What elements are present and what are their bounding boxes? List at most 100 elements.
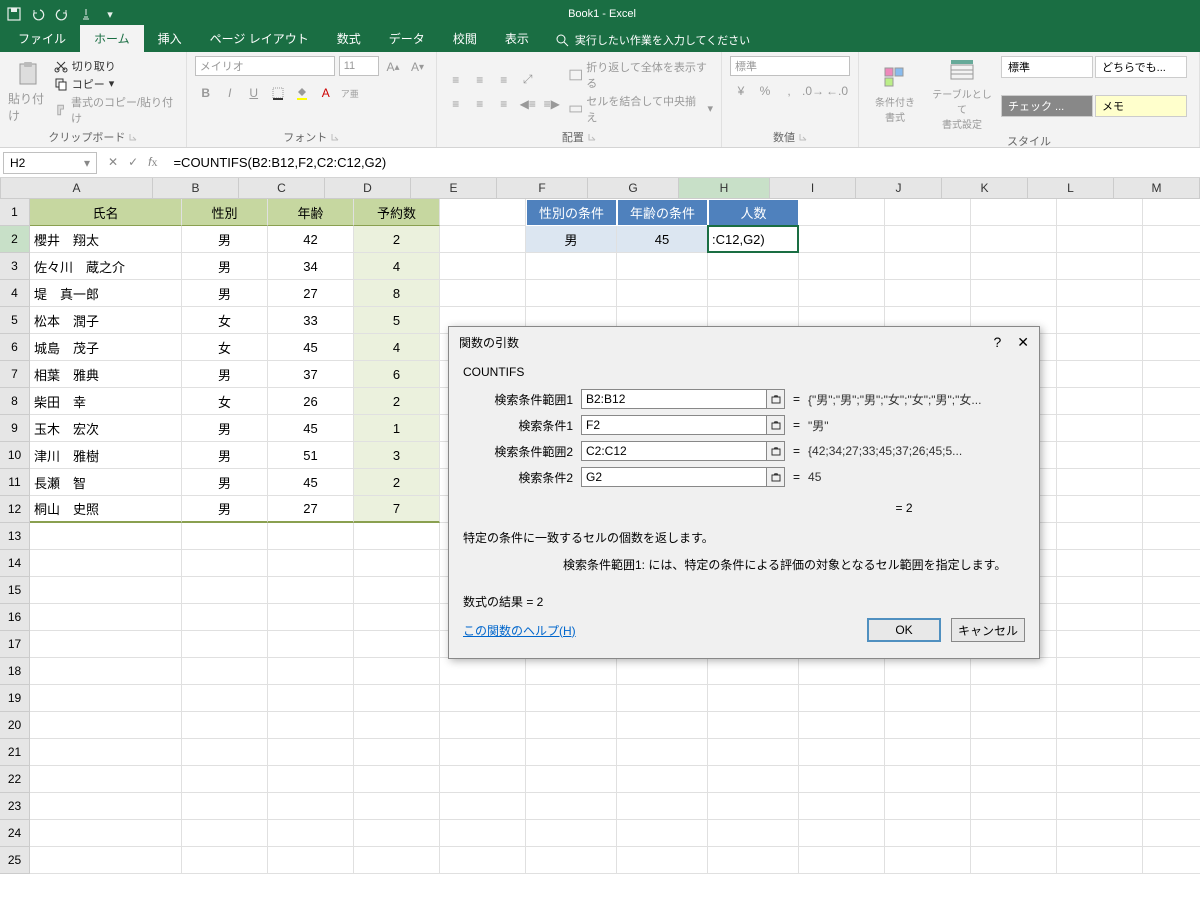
cell[interactable] [885,739,971,766]
cell[interactable] [182,820,268,847]
cell[interactable] [354,793,440,820]
phonetic-button[interactable]: ア亜 [339,82,361,104]
cell[interactable] [708,712,799,739]
comma-format-icon[interactable]: , [778,80,800,102]
cell[interactable] [799,766,885,793]
cell[interactable] [971,793,1057,820]
cell[interactable] [268,766,354,793]
cell[interactable] [971,685,1057,712]
number-format-input[interactable] [730,56,850,76]
cell[interactable] [1057,388,1143,415]
cell[interactable] [354,685,440,712]
cell[interactable]: 城島 茂子 [30,334,182,361]
cell[interactable]: 堤 真一郎 [30,280,182,307]
cell[interactable] [971,226,1057,253]
cell[interactable]: 27 [268,496,354,523]
cell[interactable] [1143,631,1200,658]
cell[interactable] [1057,793,1143,820]
cell-styles-gallery[interactable]: 標準 どちらでも... チェック ... メモ [1001,56,1191,131]
column-header[interactable]: G [588,178,679,198]
cell[interactable] [30,712,182,739]
ok-button[interactable]: OK [867,618,941,642]
conditional-format-button[interactable]: 条件付き 書式 [867,56,923,131]
cell[interactable] [885,766,971,793]
align-left-icon[interactable]: ≡ [445,93,467,115]
cell[interactable] [1143,712,1200,739]
cell[interactable]: 桐山 史照 [30,496,182,523]
cell[interactable] [1057,739,1143,766]
name-box[interactable]: H2▾ [3,152,97,174]
cell[interactable] [971,766,1057,793]
cell[interactable] [30,685,182,712]
cell[interactable] [1057,631,1143,658]
cell[interactable] [1143,226,1200,253]
cell[interactable] [617,685,708,712]
tell-me-search[interactable]: 実行したい作業を入力してください [555,32,750,52]
cell[interactable] [1143,739,1200,766]
orientation-icon[interactable]: ⤢ [517,69,539,91]
cell[interactable] [268,847,354,874]
cell[interactable]: 玉木 宏次 [30,415,182,442]
cell[interactable]: 相葉 雅典 [30,361,182,388]
cell[interactable]: 松本 潤子 [30,307,182,334]
cell[interactable] [440,685,526,712]
cell[interactable]: 45 [617,226,708,253]
cell[interactable]: 櫻井 翔太 [30,226,182,253]
cell[interactable]: 2 [354,388,440,415]
cell[interactable] [708,766,799,793]
cell[interactable] [268,658,354,685]
cell[interactable] [440,253,526,280]
dialog-launcher-icon[interactable] [588,133,596,141]
align-middle-icon[interactable]: ≡ [469,69,491,91]
align-right-icon[interactable]: ≡ [493,93,515,115]
cell[interactable] [440,793,526,820]
cell[interactable] [1143,604,1200,631]
column-header[interactable]: C [239,178,325,198]
cell[interactable] [526,712,617,739]
cell[interactable]: 年齢の条件 [617,199,708,226]
row-header[interactable]: 18 [0,658,30,685]
cell[interactable] [182,604,268,631]
cell[interactable] [440,199,526,226]
cell[interactable] [1143,469,1200,496]
dialog-help-link[interactable]: この関数のヘルプ(H) [463,622,576,639]
copy-button[interactable]: コピー ▾ [54,76,178,92]
border-button[interactable] [267,82,289,104]
cell[interactable] [1143,361,1200,388]
cell[interactable] [1143,280,1200,307]
cell[interactable] [971,199,1057,226]
cell[interactable] [1057,442,1143,469]
cell[interactable] [1143,793,1200,820]
cell[interactable] [30,550,182,577]
font-name-input[interactable] [195,56,335,76]
cell[interactable]: 性別の条件 [526,199,617,226]
tab-表示[interactable]: 表示 [491,25,543,52]
cell[interactable] [354,604,440,631]
dialog-launcher-icon[interactable] [331,133,339,141]
cell[interactable] [268,604,354,631]
cell[interactable] [1057,253,1143,280]
cell[interactable]: 男 [182,496,268,523]
cell[interactable] [1057,604,1143,631]
cell[interactable] [885,685,971,712]
tab-ファイル[interactable]: ファイル [4,25,80,52]
cell[interactable] [182,847,268,874]
cell[interactable] [1143,388,1200,415]
cell[interactable]: 7 [354,496,440,523]
dialog-launcher-icon[interactable] [799,133,807,141]
style-neutral[interactable]: どちらでも... [1095,56,1187,78]
cell[interactable] [708,793,799,820]
enter-formula-icon[interactable]: ✓ [128,155,138,170]
cell[interactable] [30,793,182,820]
merge-button[interactable]: セルを結合して中央揃え ▾ [569,93,713,125]
indent-increase-icon[interactable]: ≡▶ [541,93,563,115]
cell[interactable]: 51 [268,442,354,469]
cell[interactable] [182,523,268,550]
row-header[interactable]: 10 [0,442,30,469]
arg-input[interactable] [581,389,767,409]
cell[interactable]: 男 [182,415,268,442]
tab-校閲[interactable]: 校閲 [439,25,491,52]
cell[interactable]: 2 [354,226,440,253]
row-header[interactable]: 20 [0,712,30,739]
cell[interactable] [1057,307,1143,334]
